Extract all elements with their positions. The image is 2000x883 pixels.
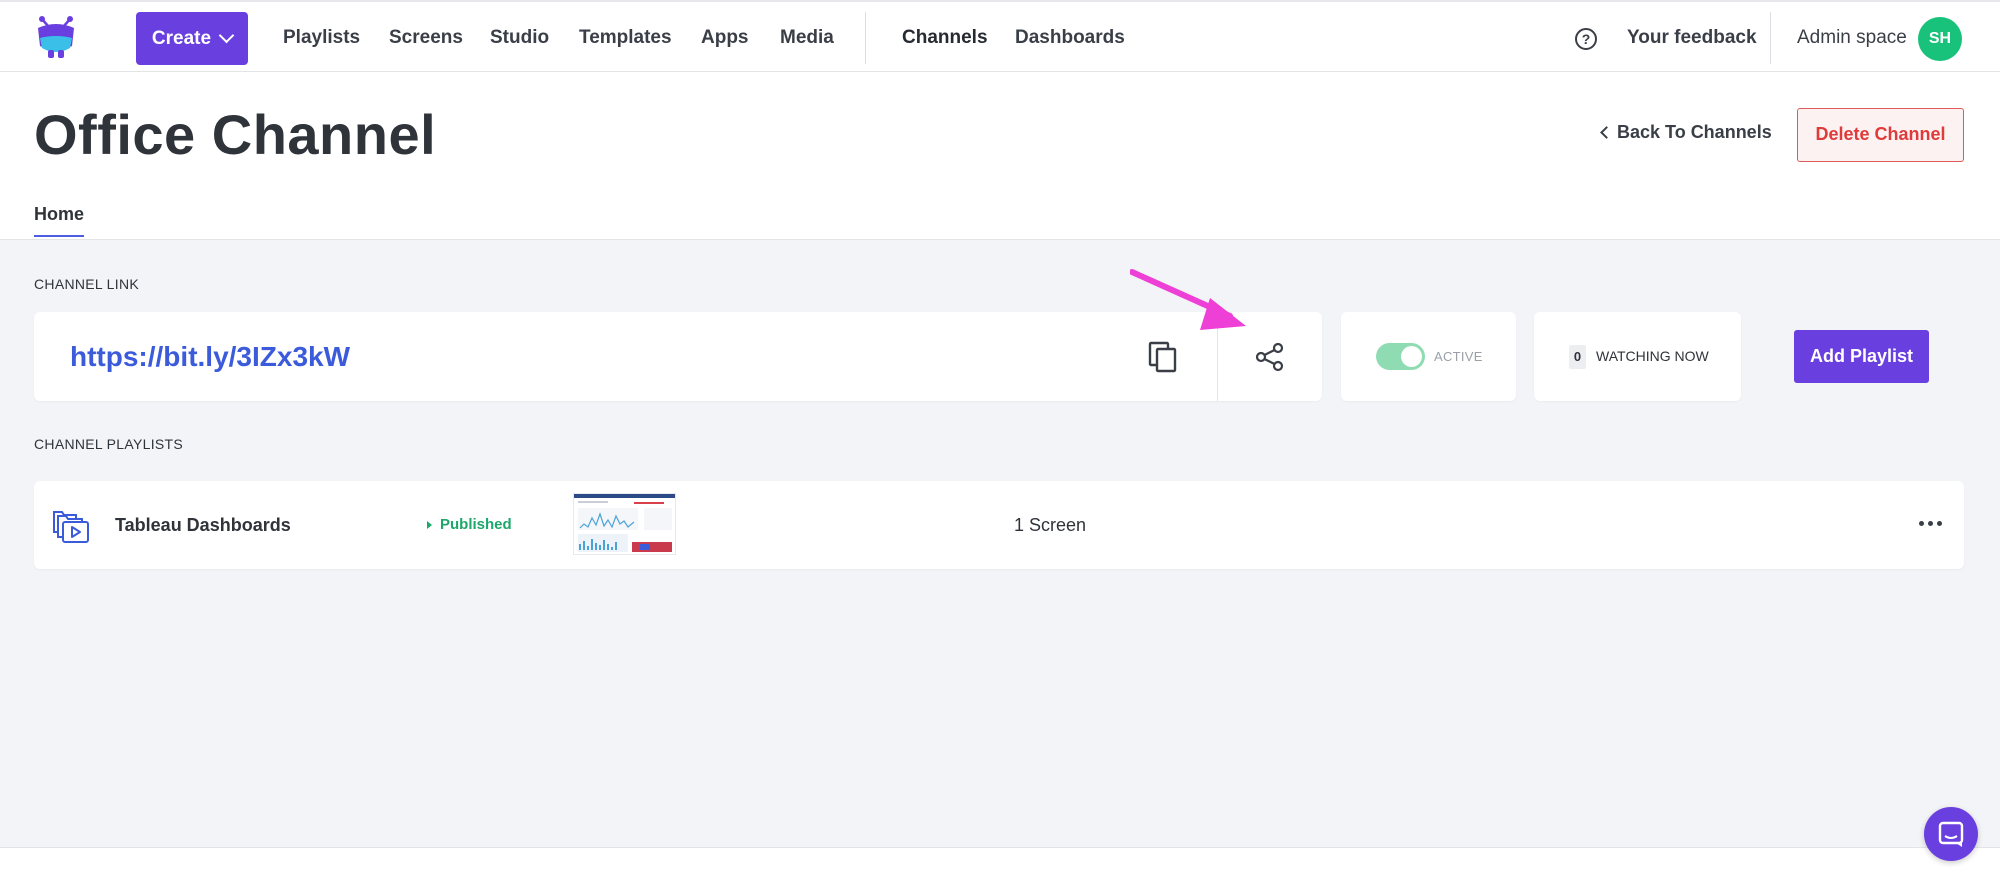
chat-icon (1938, 821, 1964, 847)
page-title: Office Channel (34, 103, 437, 166)
playlist-row[interactable]: Tableau Dashboards Published 1 Screen (34, 481, 1964, 569)
avatar[interactable]: SH (1918, 17, 1962, 61)
back-label: Back To Channels (1617, 122, 1772, 142)
nav-playlists[interactable]: Playlists (283, 2, 360, 74)
nav-divider (1770, 12, 1771, 64)
channel-link-card: https://bit.ly/3IZx3kW (34, 312, 1322, 401)
account-switcher[interactable]: Admin space (1797, 2, 1907, 74)
share-icon[interactable] (1254, 341, 1286, 373)
nav-screens[interactable]: Screens (389, 2, 463, 74)
channel-playlists-heading: CHANNEL PLAYLISTS (34, 436, 184, 452)
published-icon (427, 521, 432, 529)
playlist-thumbnail[interactable] (573, 493, 676, 555)
page-header: Office Channel Back To Channels Delete C… (0, 72, 2000, 240)
back-to-channels-link[interactable]: Back To Channels (1600, 122, 1772, 143)
toggle-knob (1401, 346, 1422, 367)
more-options-icon[interactable] (1919, 513, 1945, 533)
chat-support-button[interactable] (1924, 807, 1978, 861)
help-icon[interactable]: ? (1575, 28, 1597, 50)
footer-bar (0, 847, 2000, 883)
active-toggle[interactable] (1376, 343, 1425, 370)
create-button[interactable]: Create (136, 12, 248, 65)
nav-divider (865, 12, 866, 64)
nav-media[interactable]: Media (780, 2, 834, 74)
tab-home[interactable]: Home (34, 204, 85, 237)
add-playlist-button[interactable]: Add Playlist (1794, 330, 1929, 383)
status-badge: Published (427, 481, 512, 569)
playlist-icon (53, 511, 89, 543)
nav-studio[interactable]: Studio (490, 2, 549, 74)
app-logo-icon[interactable] (34, 14, 78, 60)
chevron-left-icon (1600, 126, 1613, 139)
feedback-link[interactable]: Your feedback (1627, 2, 1757, 74)
annotation-arrow-icon (1130, 269, 1246, 330)
nav-dashboards[interactable]: Dashboards (1015, 2, 1125, 74)
status-text: Published (440, 516, 512, 533)
channel-link-heading: CHANNEL LINK (34, 276, 139, 292)
screens-count: 1 Screen (1014, 515, 1087, 535)
nav-channels[interactable]: Channels (902, 2, 988, 75)
playlist-name[interactable]: Tableau Dashboards (115, 481, 291, 569)
channel-url-link[interactable]: https://bit.ly/3IZx3kW (70, 312, 350, 401)
top-nav: Create Playlists Screens Studio Template… (0, 0, 2000, 75)
create-label: Create (151, 27, 212, 49)
copy-icon[interactable] (1148, 341, 1178, 373)
chevron-down-icon (218, 27, 235, 44)
watching-card: 0 WATCHING NOW (1534, 312, 1741, 401)
watching-label: WATCHING NOW (1596, 348, 1709, 364)
nav-apps[interactable]: Apps (701, 2, 749, 74)
watching-count: 0 (1569, 345, 1586, 369)
status-label: ACTIVE (1434, 349, 1483, 364)
dashboard-thumbnail-icon (574, 494, 675, 552)
delete-channel-button[interactable]: Delete Channel (1797, 108, 1964, 162)
status-card: ACTIVE (1341, 312, 1516, 401)
nav-templates[interactable]: Templates (579, 2, 672, 74)
